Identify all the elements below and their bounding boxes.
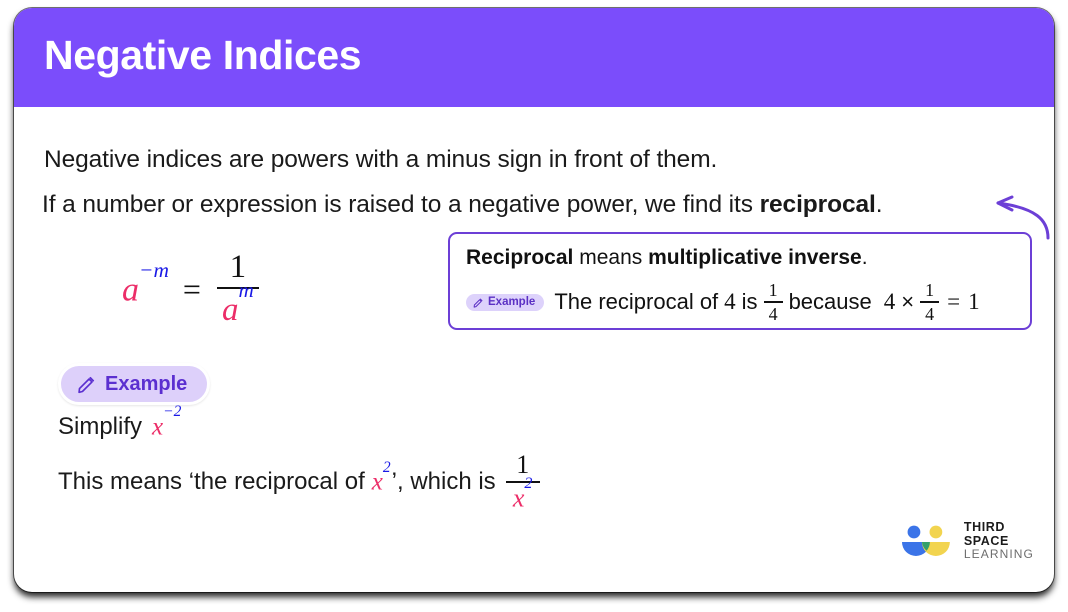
- callout-fraction-2-denominator: 4: [925, 304, 935, 325]
- callout-fraction-2-numerator: 1: [925, 280, 935, 300]
- page-title: Negative Indices: [44, 32, 362, 78]
- simplify-expression: x−2: [152, 403, 181, 441]
- callout-example-badge: Example: [466, 293, 545, 312]
- formula-equals: =: [182, 270, 201, 307]
- callout-definition-line: Reciprocal means multiplicative inverse.: [466, 246, 868, 270]
- callout-period: .: [861, 246, 868, 269]
- logo-wordmark: THIRD SPACE LEARNING: [964, 520, 1054, 561]
- callout-definition: multiplicative inverse: [648, 246, 862, 269]
- explanation-fraction-denominator: x2: [508, 476, 538, 513]
- callout-text-2: is: [741, 289, 758, 315]
- formula-denominator-exponent: m: [238, 278, 254, 303]
- reciprocal-paragraph: If a number or expression is raised to a…: [42, 191, 883, 219]
- formula-base: a: [122, 271, 139, 309]
- reciprocal-keyword: reciprocal: [759, 191, 876, 218]
- explanation-fraction-denominator-exponent: 2: [524, 475, 533, 493]
- callout-means: means: [573, 246, 649, 269]
- reciprocal-paragraph-prefix: If a number or expression is raised to a…: [42, 191, 760, 218]
- callout-result: 1: [968, 289, 980, 315]
- slide-card: Negative Indices Negative indices are po…: [14, 8, 1054, 592]
- callout-fraction-1-denominator: 4: [768, 304, 778, 325]
- formula-denominator-base: a: [221, 291, 239, 328]
- fraction-bar: [763, 301, 783, 304]
- simplify-line: Simplify x−2: [58, 403, 181, 441]
- example-badge-label: Example: [105, 373, 188, 395]
- formula-exponent: −m: [139, 257, 169, 282]
- logo-mark-icon: [901, 525, 950, 556]
- callout-equals: =: [947, 289, 961, 315]
- explanation-expression-base: x: [371, 468, 383, 496]
- formula-fraction: 1 am: [216, 250, 259, 328]
- callout-text-3: because: [788, 289, 872, 315]
- callout-fraction-2: 1 4: [920, 280, 940, 325]
- logo-line-2: LEARNING: [963, 547, 1034, 561]
- intro-paragraph-text: Negative indices are powers with a minus…: [44, 146, 718, 173]
- callout-text-1: The reciprocal of: [554, 289, 719, 315]
- simplify-expression-exponent: −2: [163, 403, 182, 421]
- simplify-expression-base: x: [152, 413, 164, 441]
- logo-line-1: THIRD SPACE: [963, 520, 1009, 548]
- explanation-line: This means ‘the reciprocal of x2 ’, whic…: [58, 451, 540, 513]
- explanation-fraction: 1 x2: [505, 451, 540, 513]
- formula-left-side: a−m: [122, 258, 169, 309]
- callout-value-2: 4: [883, 289, 896, 315]
- callout-fraction-1: 1 4: [763, 280, 783, 325]
- simplify-label: Simplify: [58, 413, 143, 441]
- explanation-text-1: This means ‘the reciprocal of: [58, 467, 365, 495]
- formula-denominator: am: [217, 279, 259, 328]
- fraction-bar: [920, 301, 940, 304]
- pencil-icon: [78, 376, 95, 394]
- slide-header: Negative Indices: [14, 8, 1054, 107]
- explanation-fraction-denominator-base: x: [512, 483, 525, 513]
- intro-paragraph: Negative indices are powers with a minus…: [44, 146, 717, 174]
- example-badge: Example: [58, 363, 211, 405]
- callout-example-badge-label: Example: [488, 295, 536, 308]
- callout-term: Reciprocal: [466, 246, 574, 269]
- callout-times-sign: ×: [901, 289, 915, 315]
- callout-example-line: Example The reciprocal of 4 is 1 4 becau…: [466, 281, 980, 324]
- third-space-learning-logo: THIRD SPACE LEARNING: [898, 520, 1054, 561]
- reciprocal-callout-box: Reciprocal means multiplicative inverse.…: [448, 232, 1032, 330]
- explanation-text-2: ’, which is: [391, 467, 496, 495]
- reciprocal-paragraph-suffix: .: [875, 191, 883, 218]
- callout-fraction-1-numerator: 1: [768, 280, 778, 300]
- explanation-expression-exponent: 2: [382, 458, 391, 476]
- main-formula: a−m = 1 am: [122, 250, 259, 328]
- pencil-icon: [473, 298, 483, 308]
- explanation-expression: x2: [371, 459, 391, 496]
- callout-value-1: 4: [724, 289, 736, 315]
